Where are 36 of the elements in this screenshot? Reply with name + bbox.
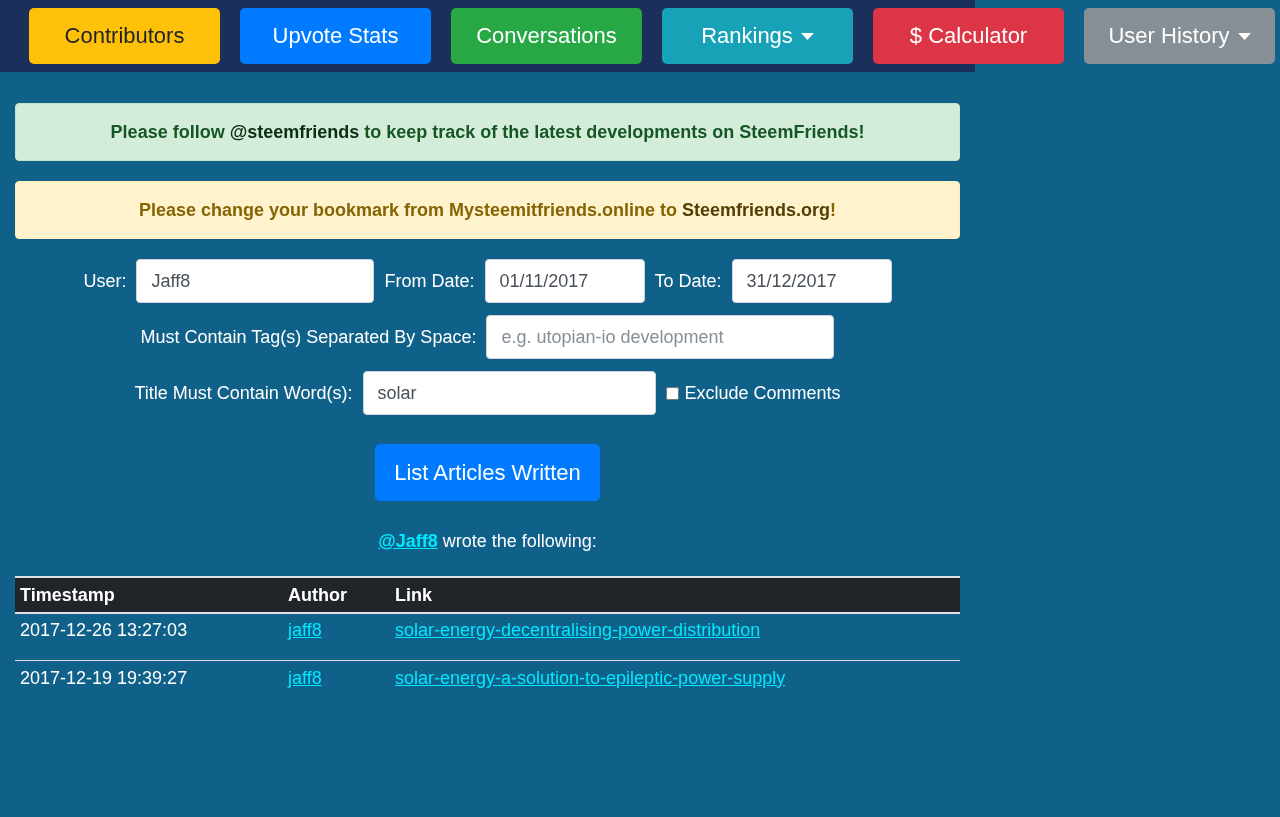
alert-link[interactable]: Steemfriends.org	[682, 199, 831, 220]
checkbox-label: Exclude Comments	[684, 382, 841, 404]
input-field[interactable]: e.g. utopian-io development	[486, 315, 835, 359]
nav-button[interactable]: User History	[1084, 8, 1275, 64]
column-header: Author	[283, 577, 390, 613]
field-label: To Date:	[654, 270, 722, 292]
input-field[interactable]: 31/12/2017	[731, 259, 892, 303]
result-caption: @Jaff8 wrote the following:	[377, 531, 598, 552]
author-link[interactable]: jaff8	[288, 667, 322, 688]
list-articles-button[interactable]: List Articles Written	[375, 444, 600, 501]
field-label: Must Contain Tag(s) Separated By Space:	[140, 326, 477, 348]
input-field[interactable]: solar	[362, 371, 656, 415]
field-label: Title Must Contain Word(s):	[134, 382, 353, 404]
column-header: Link	[390, 577, 960, 613]
timestamp-cell: 2017-12-26 13:27:03	[15, 613, 283, 660]
nav-button[interactable]: Contributors	[29, 8, 220, 64]
alert-link[interactable]: @steemfriends	[229, 121, 360, 142]
article-link[interactable]: solar-energy-decentralising-power-distribution	[395, 620, 761, 640]
nav-button[interactable]: Conversations	[451, 8, 642, 64]
input-field[interactable]: 01/11/2017	[484, 259, 645, 303]
article-link[interactable]: solar-energy-a-solution-to-epileptic-power-supply	[395, 667, 786, 688]
alert-message: Please change your bookmark from Mysteemitfriends.online to Steemfriends.org!	[138, 199, 837, 221]
timestamp-cell: 2017-12-19 19:39:27	[15, 660, 283, 707]
checkbox[interactable]	[665, 386, 679, 400]
caret-icon	[800, 32, 814, 40]
nav-button[interactable]: $ Calculator	[873, 8, 1064, 64]
nav-button[interactable]: Rankings	[662, 8, 853, 64]
author-link[interactable]: jaff8	[288, 620, 322, 640]
input-field[interactable]: Jaff8	[136, 259, 375, 303]
column-header: Timestamp	[15, 577, 283, 613]
user-link[interactable]: @Jaff8	[378, 531, 438, 551]
field-label: User:	[83, 270, 127, 292]
alert-message: Please follow @steemfriends to keep track of the latest developments on SteemFriends!	[110, 121, 865, 143]
field-label: From Date:	[384, 270, 475, 292]
nav-button[interactable]: Upvote Stats	[240, 8, 431, 64]
caret-icon	[1237, 32, 1251, 40]
